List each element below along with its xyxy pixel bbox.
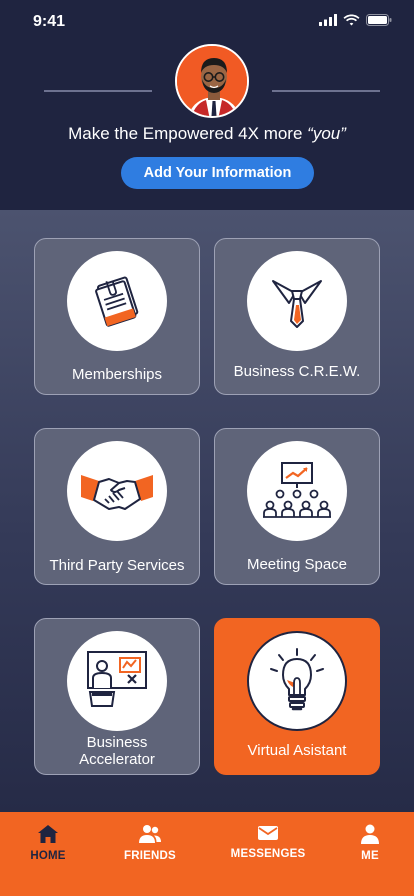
user-portrait-icon	[177, 46, 247, 116]
add-information-button[interactable]: Add Your Information	[121, 157, 314, 189]
divider-right	[272, 90, 380, 92]
status-time: 9:41	[33, 13, 66, 30]
tile-label: Third Party Services	[49, 557, 185, 574]
document-clip-icon	[95, 276, 139, 327]
tagline-text: Make the Empowered 4X more	[68, 124, 308, 143]
nav-item-me[interactable]: ME	[320, 824, 414, 862]
tile-icon-circle	[247, 251, 347, 351]
nav-label: MESSENGES	[230, 848, 306, 860]
tile-icon-circle	[67, 631, 167, 731]
wifi-icon	[343, 14, 360, 26]
tile-label: Business C.R.E.W.	[233, 363, 361, 380]
tile-label: Meeting Space	[246, 556, 348, 573]
bottom-nav: HOME FRIENDS MESSENGES ME	[0, 812, 414, 896]
friends-icon	[139, 825, 161, 843]
tile-third-party-services[interactable]: Third Party Services	[34, 428, 200, 585]
services-grid: Memberships Business C.R.E.W. Third Part…	[0, 210, 414, 812]
tile-icon-circle	[67, 251, 167, 351]
tile-virtual-assistant[interactable]: Virtual Asistant	[214, 618, 380, 775]
tile-label-line1: Business	[86, 734, 148, 751]
avatar[interactable]	[175, 44, 249, 118]
tile-business-accelerator[interactable]: Business Accelerator	[34, 618, 200, 775]
nav-label: ME	[361, 850, 379, 862]
tile-label-line2: Accelerator	[79, 751, 155, 768]
status-bar: 9:41	[0, 0, 414, 44]
necktie-icon	[272, 280, 322, 328]
home-icon	[38, 825, 58, 843]
header: 9:41 Make the Empowered 4X more “you” Ad…	[0, 0, 414, 210]
tile-memberships[interactable]: Memberships	[34, 238, 200, 395]
tile-label: Memberships	[71, 366, 163, 383]
presentation-audience-icon	[263, 462, 331, 518]
envelope-icon	[258, 826, 278, 840]
tagline-emphasis: “you”	[307, 124, 346, 143]
divider-left	[44, 90, 152, 92]
tile-icon-circle	[247, 631, 347, 731]
lightbulb-icon	[270, 648, 324, 711]
tile-icon-circle	[67, 441, 167, 541]
nav-item-friends[interactable]: FRIENDS	[100, 824, 200, 862]
cellular-signal-icon	[319, 14, 337, 26]
nav-item-home[interactable]: HOME	[0, 824, 98, 862]
tile-meeting-space[interactable]: Meeting Space	[214, 428, 380, 585]
tile-label: Virtual Asistant	[247, 742, 347, 759]
person-icon	[361, 824, 379, 844]
handshake-icon	[81, 475, 153, 510]
nav-label: HOME	[30, 850, 66, 862]
tile-business-crew[interactable]: Business C.R.E.W.	[214, 238, 380, 395]
nav-item-messages[interactable]: MESSENGES	[218, 824, 318, 860]
presenter-board-icon	[87, 651, 147, 707]
tile-icon-circle	[247, 441, 347, 541]
status-icons	[319, 14, 392, 26]
tagline: Make the Empowered 4X more “you”	[0, 124, 414, 144]
battery-icon	[366, 14, 392, 26]
nav-label: FRIENDS	[124, 850, 176, 862]
